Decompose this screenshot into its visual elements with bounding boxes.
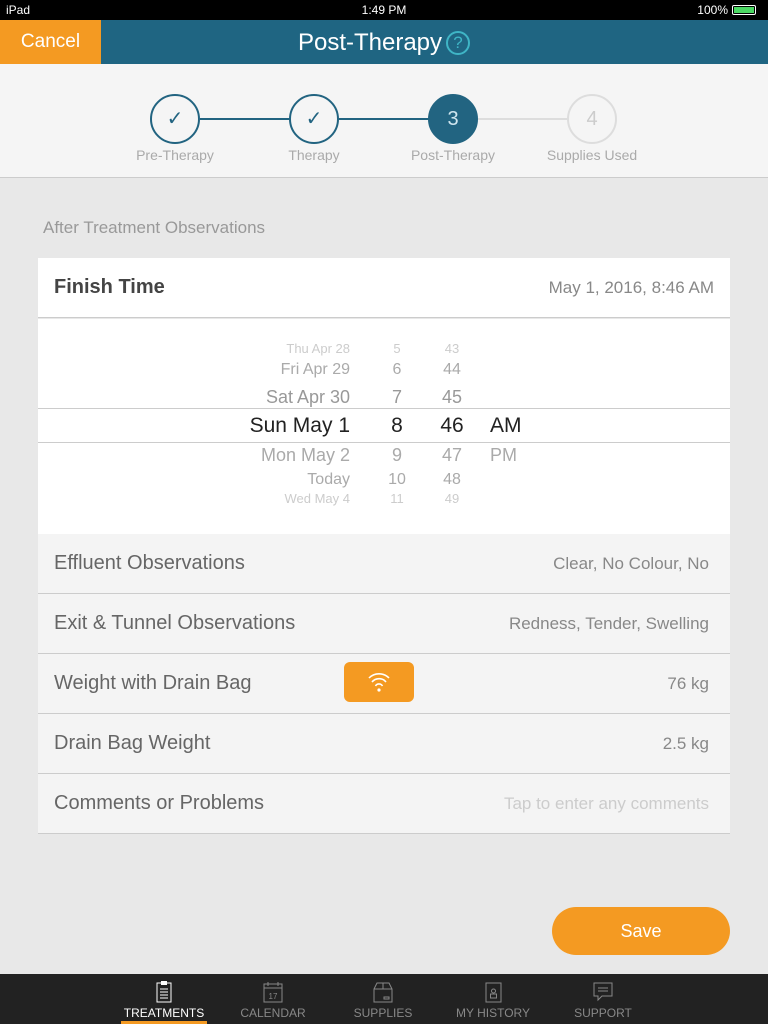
effluent-observations-value: Clear, No Colour, No	[553, 554, 709, 573]
tab-calendar[interactable]: 17 CALENDAR	[223, 974, 323, 1024]
picker-date: Today	[307, 471, 350, 488]
picker-hour: 10	[388, 471, 406, 488]
step-4-marker[interactable]: 4	[567, 94, 617, 144]
comments-row[interactable]: Comments or Problems Tap to enter any co…	[38, 774, 730, 834]
finish-time-row[interactable]: Finish Time May 1, 2016, 8:46 AM	[38, 258, 730, 318]
battery-icon	[732, 5, 756, 15]
weight-with-drain-bag-row[interactable]: Weight with Drain Bag 76 kg	[38, 654, 730, 714]
picker-date: Sun May 1	[249, 414, 350, 437]
drain-bag-weight-value: 2.5 kg	[662, 734, 709, 753]
step-3-label: Post-Therapy	[410, 147, 496, 163]
tab-label: CALENDAR	[240, 1006, 306, 1020]
tab-supplies[interactable]: SUPPLIES	[333, 974, 433, 1024]
step-2-marker[interactable]: ✓	[289, 94, 339, 144]
picker-minute: 45	[441, 387, 463, 407]
picker-row[interactable]: Sat Apr 30 7 45	[38, 387, 730, 411]
wireless-scale-button[interactable]	[344, 662, 414, 702]
date-time-picker[interactable]: Thu Apr 28 5 43 Fri Apr 29 6 44 Sat Apr …	[38, 319, 730, 534]
effluent-observations-row[interactable]: Effluent Observations Clear, No Colour, …	[38, 534, 730, 594]
comments-input[interactable]: Tap to enter any comments	[504, 794, 709, 814]
step-1-marker[interactable]: ✓	[150, 94, 200, 144]
exit-tunnel-observations-label: Exit & Tunnel Observations	[54, 612, 296, 634]
effluent-observations-label: Effluent Observations	[54, 552, 245, 574]
calendar-icon: 17	[263, 982, 283, 1003]
finish-time-value: May 1, 2016, 8:46 AM	[548, 278, 714, 297]
progress-stepper: ✓ Pre-Therapy ✓ Therapy 3 Post-Therapy 4 Su…	[0, 64, 768, 178]
battery-percent: 100%	[697, 3, 728, 17]
chat-icon	[593, 982, 613, 1002]
drain-bag-weight-row[interactable]: Drain Bag Weight 2.5 kg	[38, 714, 730, 774]
finish-time-label: Finish Time	[54, 276, 165, 298]
picker-row[interactable]: Fri Apr 29 6 44	[38, 361, 730, 385]
picker-date: Wed May 4	[284, 491, 350, 506]
picker-hour: 7	[391, 387, 402, 407]
weight-with-drain-bag-label: Weight with Drain Bag	[54, 672, 252, 694]
history-book-icon	[485, 982, 502, 1003]
step-3-marker[interactable]: 3	[428, 94, 478, 144]
picker-minute: 43	[444, 341, 460, 356]
picker-row[interactable]: Sun May 1 8 46 AM	[38, 414, 730, 438]
save-button[interactable]: Save	[552, 907, 730, 955]
picker-hour: 5	[393, 341, 401, 356]
box-icon	[373, 982, 393, 1003]
picker-hour: 11	[390, 491, 404, 506]
wifi-icon	[368, 673, 390, 692]
clipboard-icon	[156, 981, 172, 1003]
step-1-label: Pre-Therapy	[136, 147, 214, 163]
tab-my-history[interactable]: MY HISTORY	[443, 974, 543, 1024]
exit-tunnel-observations-value: Redness, Tender, Swelling	[508, 614, 709, 633]
picker-minute: 47	[441, 445, 463, 465]
drain-bag-weight-label: Drain Bag Weight	[54, 732, 211, 754]
section-title: After Treatment Observations	[43, 218, 266, 237]
picker-minute: 46	[440, 414, 464, 437]
tab-label: SUPPORT	[574, 1006, 632, 1020]
picker-date: Thu Apr 28	[286, 341, 350, 356]
tab-support[interactable]: SUPPORT	[553, 974, 653, 1024]
step-2-label: Therapy	[288, 147, 340, 163]
picker-minute: 49	[444, 491, 460, 506]
step-4-label: Supplies Used	[546, 147, 638, 163]
exit-tunnel-observations-row[interactable]: Exit & Tunnel Observations Redness, Tend…	[38, 594, 730, 654]
picker-minute: 44	[443, 361, 461, 378]
weight-with-drain-bag-value: 76 kg	[667, 674, 709, 693]
page-title: Post-Therapy?	[0, 20, 768, 66]
clock: 1:49 PM	[361, 3, 407, 17]
picker-date: Mon May 2	[260, 445, 350, 465]
comments-label: Comments or Problems	[54, 792, 265, 814]
picker-ampm: AM	[490, 414, 522, 437]
picker-hour: 9	[391, 445, 402, 465]
picker-minute: 48	[443, 471, 461, 488]
tab-treatments[interactable]: TREATMENTS	[114, 974, 214, 1024]
picker-ampm: PM	[490, 445, 517, 465]
picker-date: Sat Apr 30	[265, 387, 350, 407]
tab-label: SUPPLIES	[353, 1006, 413, 1020]
tab-bar: TREATMENTS 17 CALENDAR SUPPLIES MY HISTO…	[0, 974, 768, 1024]
picker-hour: 6	[392, 361, 402, 378]
nav-bar: Post-Therapy? Cancel	[0, 20, 768, 64]
picker-row[interactable]: Wed May 4 11 49	[38, 491, 730, 515]
tab-label: MY HISTORY	[455, 1006, 531, 1020]
status-bar: iPad 1:49 PM 100%	[0, 0, 768, 20]
picker-hour: 8	[391, 414, 403, 437]
picker-row[interactable]: Mon May 2 9 47 PM	[38, 445, 730, 469]
svg-text:17: 17	[269, 992, 278, 1001]
help-icon[interactable]: ?	[446, 31, 471, 55]
cancel-button[interactable]: Cancel	[0, 20, 101, 64]
tab-label: TREATMENTS	[123, 1006, 205, 1020]
picker-date: Fri Apr 29	[280, 361, 350, 378]
